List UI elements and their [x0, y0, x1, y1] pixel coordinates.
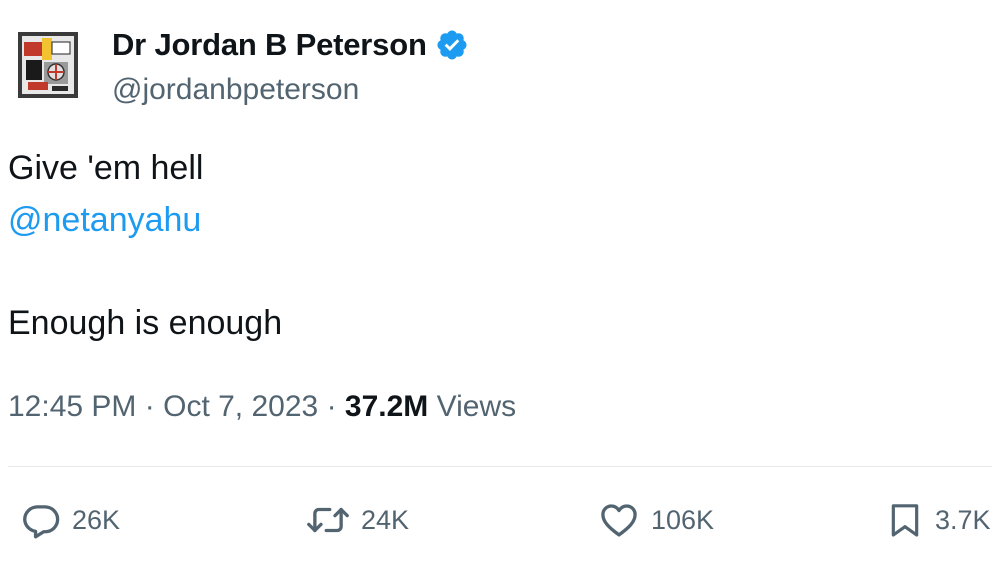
- retweet-count: 24K: [361, 504, 410, 535]
- avatar-image: [18, 32, 78, 98]
- like-count: 106K: [651, 504, 715, 535]
- tweet-time[interactable]: 12:45 PM: [8, 390, 136, 423]
- reply-icon: [23, 505, 60, 539]
- bookmark-icon: [891, 504, 919, 537]
- views-label: Views: [436, 390, 517, 423]
- heart-icon: [601, 504, 637, 537]
- author-name[interactable]: Dr Jordan B Peterson: [112, 27, 469, 63]
- bookmark-button[interactable]: 3.7K: [885, 498, 991, 542]
- tweet-meta: 12:45 PM · Oct 7, 2023 · 37.2M Views: [8, 390, 516, 424]
- meta-separator-2: ·: [326, 390, 337, 423]
- tweet-date[interactable]: Oct 7, 2023: [163, 390, 318, 423]
- tweet-text-line-1: Give 'em hell: [8, 149, 204, 187]
- author-display-name[interactable]: Dr Jordan B Peterson: [112, 27, 427, 63]
- reply-button[interactable]: 26K: [20, 498, 120, 542]
- author-handle[interactable]: @jordanbpeterson: [112, 73, 359, 107]
- bookmark-count: 3.7K: [935, 504, 991, 535]
- verified-badge-icon: [437, 30, 467, 60]
- retweet-button[interactable]: 24K: [305, 498, 409, 542]
- reply-count: 26K: [72, 504, 121, 535]
- meta-separator: ·: [144, 390, 155, 423]
- views-count: 37.2M: [344, 390, 429, 423]
- mention-link[interactable]: @netanyahu: [8, 200, 201, 240]
- divider: [8, 466, 992, 467]
- tweet-text-line-3: Enough is enough: [8, 304, 283, 342]
- avatar[interactable]: [18, 32, 78, 98]
- like-button[interactable]: 106K: [597, 498, 714, 542]
- retweet-icon: [307, 507, 349, 533]
